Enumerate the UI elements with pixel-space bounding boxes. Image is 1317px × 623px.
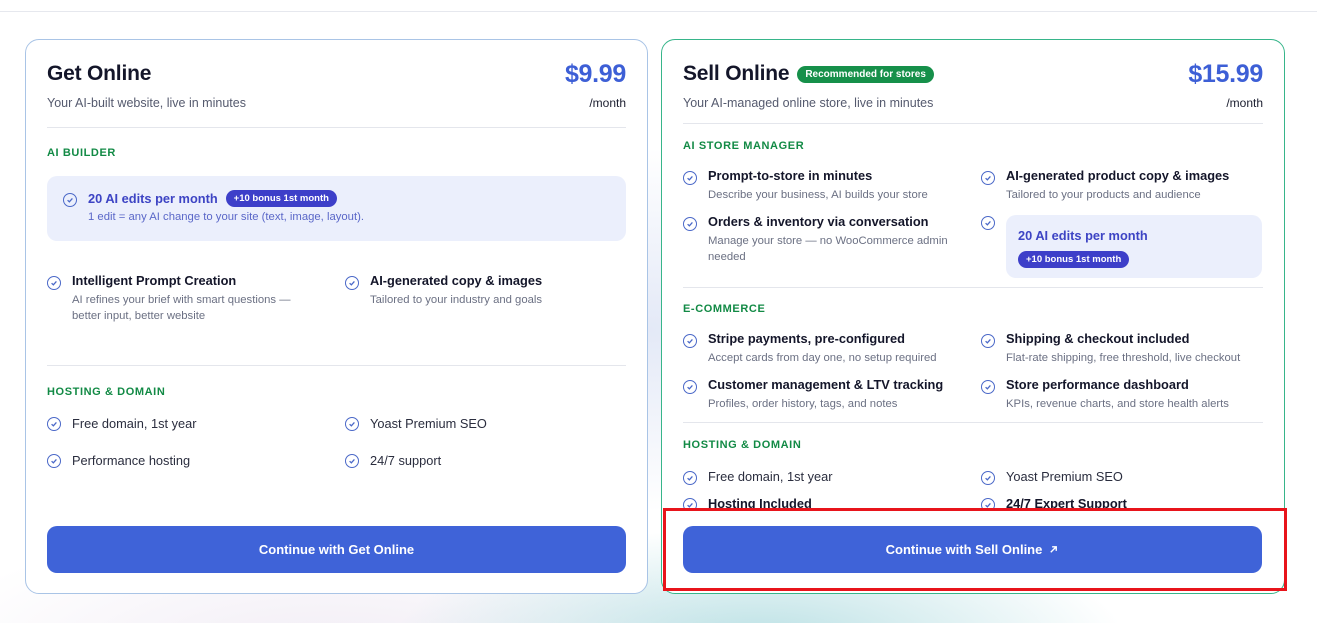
ai-edits-desc: 1 edit = any AI change to your site (tex… [88, 211, 364, 223]
ai-edits-highlight: 20 AI edits per month +10 bonus 1st mont… [47, 176, 626, 241]
hosting-item: 24/7 Expert Support [1006, 496, 1127, 508]
check-icon [683, 217, 697, 231]
feature-title: Shipping & checkout included [1006, 331, 1190, 346]
feature-item: AI-generated product copy & images Tailo… [1006, 168, 1276, 203]
hosting-item: Yoast Premium SEO [1006, 469, 1123, 484]
bonus-badge: +10 bonus 1st month [1018, 251, 1130, 268]
hosting-item: Hosting Included [708, 496, 812, 508]
feature-title: Stripe payments, pre-configured [708, 331, 905, 346]
feature-item: AI-generated copy & images Tailored to y… [370, 273, 620, 308]
section-ecommerce: E-COMMERCE [683, 303, 766, 315]
recommended-badge: Recommended for stores [797, 65, 934, 83]
feature-item: Orders & inventory via conversation Mana… [708, 214, 948, 265]
section-hosting: HOSTING & DOMAIN [47, 386, 166, 398]
hosting-item: Free domain, 1st year [72, 416, 197, 431]
check-icon [981, 498, 995, 508]
feature-desc: Tailored to your products and audience [1006, 189, 1201, 201]
feature-desc: Manage your store — no WooCommerce admin… [708, 235, 948, 263]
feature-title: Store performance dashboard [1006, 377, 1189, 392]
feature-desc: Profiles, order history, tags, and notes [708, 398, 898, 410]
check-icon [683, 171, 697, 185]
feature-title: AI-generated copy & images [370, 273, 543, 288]
feature-item: Prompt-to-store in minutes Describe your… [708, 168, 978, 203]
plan-price: $15.99 [1188, 60, 1263, 88]
plan-price: $9.99 [564, 60, 626, 88]
ai-edits-highlight: 20 AI edits per month +10 bonus 1st mont… [1006, 215, 1262, 278]
check-icon [345, 276, 359, 290]
ai-edits-title: 20 AI edits per month [88, 191, 218, 206]
check-icon [981, 380, 995, 394]
feature-title: Orders & inventory via conversation [708, 214, 929, 229]
feature-desc: Tailored to your industry and goals [370, 294, 543, 306]
divider [683, 287, 1263, 288]
plan-card-sell-online: Sell Online Recommended for stores Your … [661, 39, 1285, 594]
hosting-item: 24/7 support [370, 453, 442, 468]
arrow-up-right-icon [1048, 544, 1059, 555]
check-icon [981, 471, 995, 485]
feature-item: Stripe payments, pre-configured Accept c… [708, 331, 978, 366]
feature-desc: Accept cards from day one, no setup requ… [708, 352, 937, 364]
top-divider [0, 11, 1317, 12]
hosting-item: Yoast Premium SEO [370, 416, 487, 431]
check-icon [47, 454, 61, 468]
plan-subtitle: Your AI-managed online store, live in mi… [683, 96, 934, 110]
check-icon [683, 471, 697, 485]
cta-label: Continue with Sell Online [885, 542, 1043, 557]
section-hosting: HOSTING & DOMAIN [683, 439, 802, 451]
feature-item: Shipping & checkout included Flat-rate s… [1006, 331, 1276, 366]
plan-title: Sell Online [683, 62, 790, 85]
feature-desc: AI refines your brief with smart questio… [72, 294, 291, 322]
section-ai-store-manager: AI STORE MANAGER [683, 140, 805, 152]
cta-label: Continue with Get Online [258, 542, 415, 557]
bonus-badge: +10 bonus 1st month [225, 190, 337, 207]
check-icon [683, 334, 697, 348]
check-icon [981, 171, 995, 185]
plan-period: /month [589, 96, 626, 110]
hosting-item: Free domain, 1st year [708, 469, 833, 484]
check-icon [981, 216, 995, 230]
feature-title: Intelligent Prompt Creation [72, 273, 237, 288]
plan-title: Get Online [47, 62, 152, 85]
features-scroll-area[interactable]: AI STORE MANAGER Prompt-to-store in minu… [662, 124, 1284, 508]
check-icon [683, 498, 697, 508]
feature-desc: Describe your business, AI builds your s… [708, 189, 928, 201]
divider [47, 365, 626, 366]
continue-sell-online-button[interactable]: Continue with Sell Online [683, 526, 1262, 573]
check-icon [345, 454, 359, 468]
continue-get-online-button[interactable]: Continue with Get Online [47, 526, 626, 573]
feature-item: Intelligent Prompt Creation AI refines y… [72, 273, 322, 324]
plan-subtitle: Your AI-built website, live in minutes [47, 96, 246, 110]
hosting-item: Performance hosting [72, 453, 191, 468]
check-icon [345, 417, 359, 431]
feature-title: Prompt-to-store in minutes [708, 168, 873, 183]
feature-title: Customer management & LTV tracking [708, 377, 944, 392]
feature-title: AI-generated product copy & images [1006, 168, 1230, 183]
check-icon [47, 417, 61, 431]
feature-item: Customer management & LTV tracking Profi… [708, 377, 978, 412]
divider [683, 422, 1263, 423]
plan-card-get-online: Get Online Your AI-built website, live i… [25, 39, 648, 594]
check-icon [63, 193, 77, 207]
feature-item: Store performance dashboard KPIs, revenu… [1006, 377, 1276, 412]
divider [47, 127, 626, 128]
check-icon [47, 276, 61, 290]
check-icon [981, 334, 995, 348]
ai-edits-title: 20 AI edits per month [1018, 228, 1148, 243]
feature-desc: KPIs, revenue charts, and store health a… [1006, 398, 1229, 410]
plan-period: /month [1226, 96, 1263, 110]
feature-desc: Flat-rate shipping, free threshold, live… [1006, 352, 1241, 364]
check-icon [683, 380, 697, 394]
section-ai-builder: AI BUILDER [47, 147, 116, 159]
